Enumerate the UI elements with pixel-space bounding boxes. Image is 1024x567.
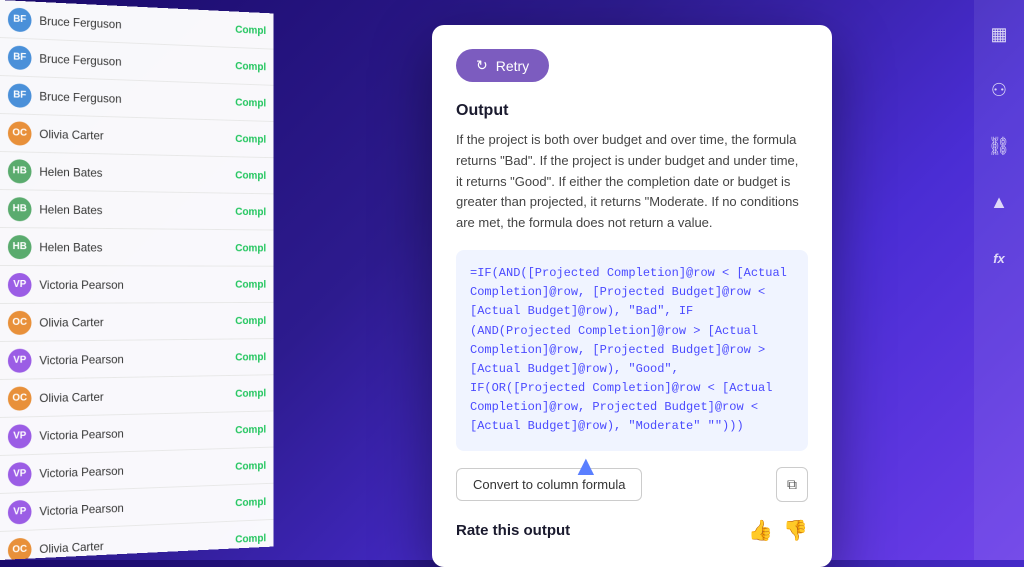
right-sidebar: ▦ ⚇ ⛓ ▲ fx xyxy=(974,0,1024,560)
avatar: OC xyxy=(8,386,32,410)
output-section: Output If the project is both over budge… xyxy=(456,102,808,234)
ai-assistant-card: ↻ Retry Output If the project is both ov… xyxy=(432,25,832,567)
row-name: Olivia Carter xyxy=(39,314,228,329)
avatar: VP xyxy=(8,461,32,486)
row-name: Helen Bates xyxy=(39,240,228,255)
avatar: BF xyxy=(8,83,32,108)
avatar: OC xyxy=(8,537,32,560)
status-badge: Compl xyxy=(235,242,266,254)
chart-bar-icon[interactable]: ▦ xyxy=(981,16,1017,52)
avatar: OC xyxy=(8,310,32,334)
users-icon[interactable]: ⚇ xyxy=(981,72,1017,108)
avatar: HB xyxy=(8,235,32,259)
row-name: Bruce Ferguson xyxy=(39,13,228,35)
status-badge: Compl xyxy=(235,351,266,363)
status-badge: Compl xyxy=(235,169,266,181)
table-row[interactable]: OC Olivia Carter Compl xyxy=(0,303,273,342)
table-row[interactable]: OC Olivia Carter Compl xyxy=(0,114,273,158)
retry-icon: ↻ xyxy=(476,57,488,74)
convert-label: Convert to column formula xyxy=(473,477,625,492)
avatar: VP xyxy=(8,348,32,372)
avatar: BF xyxy=(8,7,32,32)
link-icon[interactable]: ⛓ xyxy=(981,128,1017,164)
avatar: VP xyxy=(8,273,32,297)
row-name: Bruce Ferguson xyxy=(39,89,228,109)
copy-icon: ⧉ xyxy=(787,476,797,492)
action-bar: Convert to column formula ⧉ xyxy=(456,467,808,502)
table-row[interactable]: VP Victoria Pearson Compl xyxy=(0,339,273,380)
retry-label: Retry xyxy=(496,58,529,74)
avatar: HB xyxy=(8,159,32,183)
table-row[interactable]: HB Helen Bates Compl xyxy=(0,190,273,230)
status-badge: Compl xyxy=(235,206,266,218)
status-badge: Compl xyxy=(235,387,266,399)
formula-box: =IF(AND([Projected Completion]@row < [Ac… xyxy=(456,250,808,451)
avatar: HB xyxy=(8,197,32,221)
avatar: VP xyxy=(8,424,32,449)
output-description: If the project is both over budget and o… xyxy=(456,130,808,234)
thumbs-up-icon: 👍 xyxy=(748,520,773,542)
retry-button[interactable]: ↻ Retry xyxy=(456,49,549,82)
formula-icon[interactable]: fx xyxy=(981,240,1017,276)
status-badge: Compl xyxy=(235,279,266,291)
thumbs-down-icon: 👎 xyxy=(783,520,808,542)
copy-button[interactable]: ⧉ xyxy=(776,467,808,502)
formula-text: =IF(AND([Projected Completion]@row < [Ac… xyxy=(470,264,794,437)
avatar: OC xyxy=(8,121,32,146)
row-name: Helen Bates xyxy=(39,164,228,181)
output-title: Output xyxy=(456,102,808,120)
thumbs-up-button[interactable]: 👍 xyxy=(748,518,773,543)
status-badge: Compl xyxy=(235,423,266,435)
row-name: Victoria Pearson xyxy=(39,278,228,292)
status-badge: Compl xyxy=(235,532,266,545)
status-badge: Compl xyxy=(235,496,266,509)
status-badge: Compl xyxy=(235,96,266,108)
table-row[interactable]: HB Helen Bates Compl xyxy=(0,228,273,267)
row-name: Olivia Carter xyxy=(39,127,228,146)
row-name: Bruce Ferguson xyxy=(39,51,228,72)
main-panel: ↻ Retry Output If the project is both ov… xyxy=(290,0,974,560)
status-badge: Compl xyxy=(235,133,266,145)
row-name: Olivia Carter xyxy=(39,387,228,405)
row-name: Victoria Pearson xyxy=(39,460,228,480)
spreadsheet-panel: BF Bruce Ferguson Compl BF Bruce Ferguson Com… xyxy=(0,0,273,560)
row-name: Victoria Pearson xyxy=(39,496,228,517)
rate-title: Rate this output xyxy=(456,522,570,539)
status-badge: Compl xyxy=(235,315,266,327)
convert-to-column-button[interactable]: Convert to column formula xyxy=(456,468,642,501)
thumbs-down-button[interactable]: 👎 xyxy=(783,518,808,543)
row-name: Victoria Pearson xyxy=(39,351,228,367)
avatar: VP xyxy=(8,499,32,524)
rate-section: Rate this output 👍 👎 xyxy=(456,518,808,543)
status-badge: Compl xyxy=(235,24,266,37)
row-name: Helen Bates xyxy=(39,202,228,218)
status-badge: Compl xyxy=(235,60,266,73)
table-row[interactable]: HB Helen Bates Compl xyxy=(0,152,273,194)
row-name: Victoria Pearson xyxy=(39,424,228,443)
table-row[interactable]: VP Victoria Pearson Compl xyxy=(0,266,273,304)
avatar: BF xyxy=(8,45,32,70)
rate-buttons: 👍 👎 xyxy=(748,518,808,543)
chart-line-icon[interactable]: ▲ xyxy=(981,184,1017,220)
row-name: Olivia Carter xyxy=(39,533,228,556)
status-badge: Compl xyxy=(235,460,266,473)
